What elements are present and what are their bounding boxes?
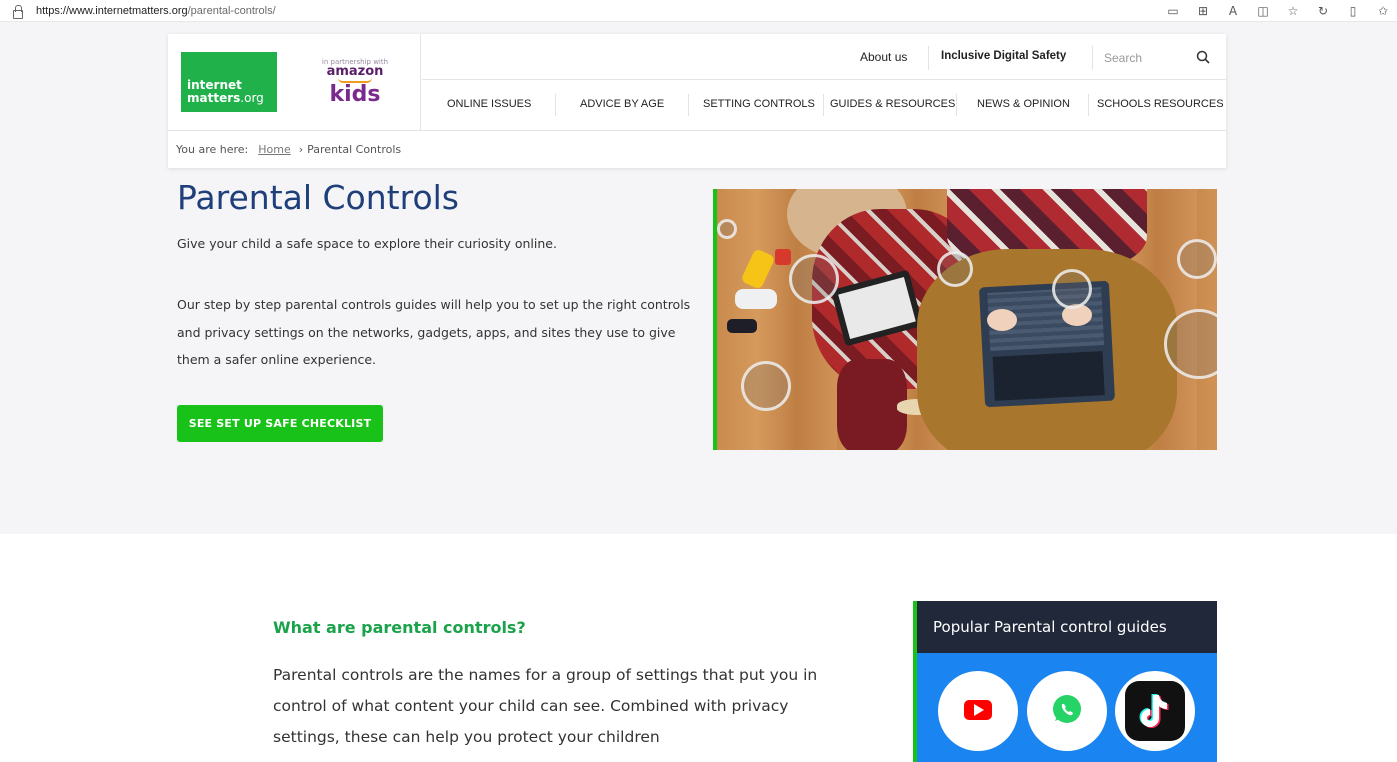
top-nav-divider: [928, 46, 929, 70]
site-header: internet matters.org in partnership with…: [168, 34, 1226, 168]
read-aloud-icon[interactable]: A: [1225, 4, 1241, 18]
nav-divider: [1088, 94, 1089, 116]
search-input[interactable]: [1104, 46, 1199, 70]
laptop-screen: [992, 351, 1105, 401]
device-ring: [717, 219, 737, 239]
toy-block: [775, 249, 791, 265]
page-title: Parental Controls: [177, 178, 459, 217]
top-nav: About us Inclusive Digital Safety: [422, 34, 1226, 80]
breadcrumb-separator: ›: [298, 143, 304, 156]
breadcrumb-prefix: You are here:: [176, 143, 249, 156]
whatsapp-icon: [1053, 695, 1081, 723]
hero-intro: Give your child a safe space to explore …: [177, 236, 557, 251]
hero-image: [713, 189, 1217, 450]
hand: [987, 309, 1017, 331]
nav-divider: [823, 94, 824, 116]
main-nav: ONLINE ISSUES ADVICE BY AGE SETTING CONT…: [422, 80, 1226, 130]
toy-car: [735, 289, 777, 309]
tiktok-icon: [1125, 681, 1185, 741]
popular-guides-list: [917, 653, 1217, 762]
partner-brand: amazon: [326, 64, 384, 79]
device-ring: [1177, 239, 1217, 279]
address-url[interactable]: https://www.internetmatters.org/parental…: [36, 5, 276, 17]
breadcrumb-home-link[interactable]: Home: [258, 143, 290, 156]
apps-grid-icon[interactable]: ⊞: [1195, 4, 1211, 18]
youtube-icon: [964, 700, 992, 720]
extensions-icon[interactable]: ↻: [1315, 4, 1331, 18]
browser-address-bar[interactable]: https://www.internetmatters.org/parental…: [0, 0, 1397, 22]
favorites-list-icon[interactable]: ✩: [1375, 4, 1391, 18]
collections-icon[interactable]: ▯: [1345, 4, 1361, 18]
tablet-screen: [838, 276, 916, 340]
safe-checklist-button[interactable]: SEE SET UP SAFE CHECKLIST: [177, 405, 383, 442]
internet-matters-logo[interactable]: internet matters.org: [181, 52, 277, 112]
about-us-link[interactable]: About us: [860, 50, 907, 64]
nav-schools-resources[interactable]: SCHOOLS RESOURCES: [1097, 98, 1224, 110]
url-host: https://www.internetmatters.org: [36, 4, 188, 17]
hero-description: Our step by step parental controls guide…: [177, 297, 691, 367]
logo-area: internet matters.org in partnership with…: [168, 34, 421, 130]
lock-icon: [12, 4, 23, 19]
top-nav-divider: [1092, 46, 1093, 70]
section-body: Parental controls are the names for a gr…: [273, 666, 818, 746]
nav-divider: [956, 94, 957, 116]
breadcrumb-current: Parental Controls: [307, 143, 402, 156]
device-ring: [937, 251, 973, 287]
youtube-guide-link[interactable]: [938, 671, 1018, 751]
browser-toolbar: ▭ ⊞ A ◫ ☆ ↻ ▯ ✩: [1165, 0, 1397, 22]
laptop: [978, 280, 1116, 408]
nav-advice-by-age[interactable]: ADVICE BY AGE: [580, 98, 664, 110]
device-ring: [1052, 269, 1092, 309]
nav-online-issues[interactable]: ONLINE ISSUES: [447, 98, 531, 110]
split-screen-icon[interactable]: ◫: [1255, 4, 1271, 18]
nav-divider: [688, 94, 689, 116]
tiktok-guide-link[interactable]: [1115, 671, 1195, 751]
url-path: /parental-controls/: [187, 4, 276, 17]
partner-kids: kids: [329, 82, 381, 107]
breadcrumb: You are here: Home › Parental Controls: [168, 130, 1226, 168]
nav-guides-resources[interactable]: GUIDES & RESOURCES: [830, 98, 955, 110]
favorite-star-icon[interactable]: ☆: [1285, 4, 1301, 18]
popular-guides-panel: Popular Parental control guides: [913, 601, 1217, 762]
logo-suffix: .org: [240, 91, 264, 105]
logo-line-2: matters: [187, 91, 241, 105]
nav-divider: [555, 94, 556, 116]
device-ring: [789, 254, 839, 304]
nav-setting-controls[interactable]: SETTING CONTROLS: [703, 98, 815, 110]
search-icon[interactable]: [1196, 50, 1210, 64]
device-ring: [741, 361, 791, 411]
whatsapp-guide-link[interactable]: [1027, 671, 1107, 751]
amazon-kids-partner-logo[interactable]: in partnership with amazon kids: [300, 58, 410, 107]
nav-news-opinion[interactable]: NEWS & OPINION: [977, 98, 1070, 110]
section-heading: What are parental controls?: [273, 618, 526, 637]
inclusive-digital-safety-link[interactable]: Inclusive Digital Safety: [941, 50, 1066, 62]
popular-guides-title: Popular Parental control guides: [917, 601, 1217, 653]
toy-car: [727, 319, 757, 333]
reader-view-icon[interactable]: ▭: [1165, 4, 1181, 18]
